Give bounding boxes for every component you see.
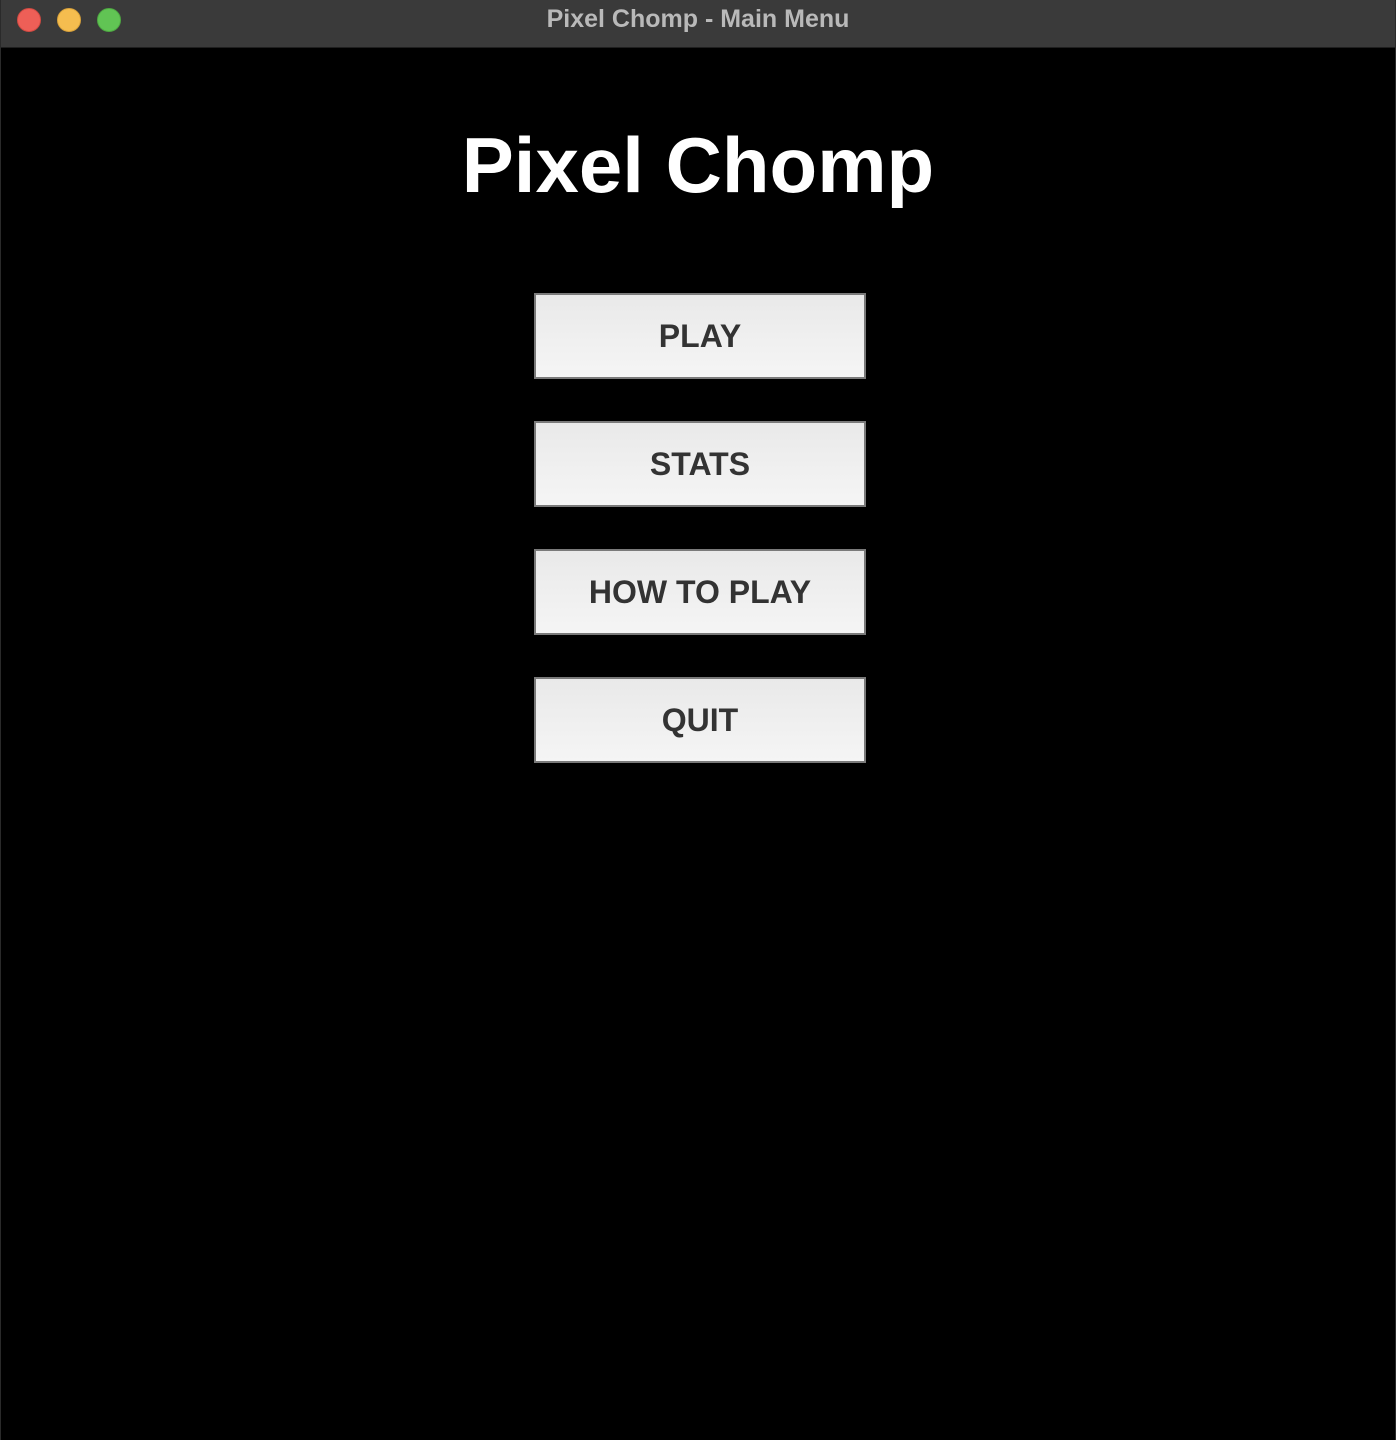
app-window: Pixel Chomp - Main Menu Pixel Chomp PLAY… <box>0 0 1396 1440</box>
stats-button[interactable]: STATS <box>534 421 866 507</box>
game-title: Pixel Chomp <box>461 121 935 209</box>
window-title: Pixel Chomp - Main Menu <box>546 5 850 33</box>
quit-button[interactable]: QUIT <box>534 677 866 763</box>
play-button[interactable]: PLAY <box>534 293 866 379</box>
title-bar[interactable]: Pixel Chomp - Main Menu <box>1 0 1395 48</box>
how-to-play-button[interactable]: HOW TO PLAY <box>534 549 866 635</box>
main-menu: Pixel Chomp PLAY STATS HOW TO PLAY QUIT <box>1 48 1395 1440</box>
